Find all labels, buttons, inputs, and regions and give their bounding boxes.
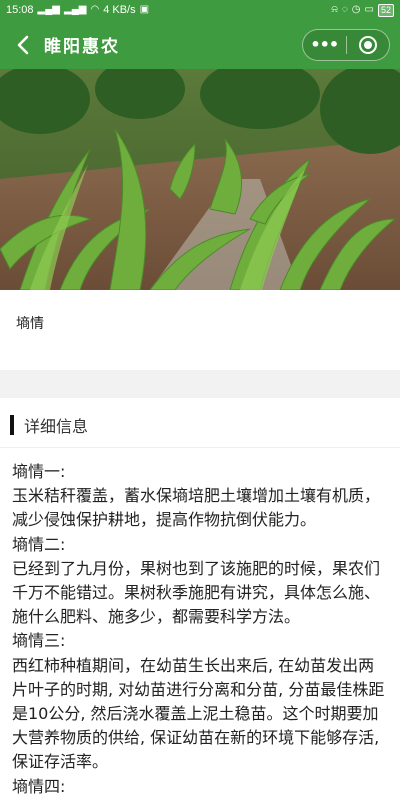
back-arrow-icon xyxy=(17,35,29,54)
more-button[interactable]: ••• xyxy=(303,30,346,60)
content-line: 玉米秸秆覆盖，蓄水保墒培肥土壤增加土壤有机质，减少侵蚀保护耕地，提高作物抗倒伏能… xyxy=(12,486,381,530)
status-time: 15:08 xyxy=(6,4,34,16)
status-bar-left: 15:08 ▂▄▆ ▂▄▆ ◠ 4 KB/s ▣ xyxy=(6,4,149,16)
hero-image xyxy=(0,69,400,290)
page-title: 睢阳惠农 xyxy=(44,37,120,57)
status-bar-right: ⍾ ◌ ◷ ▭ 52 xyxy=(331,3,394,17)
sim-icon: ▭ xyxy=(364,4,374,15)
signal-icon-2: ▂▄▆ xyxy=(64,4,87,15)
nav-bar: 睢阳惠农 ••• xyxy=(0,20,400,69)
close-target-icon xyxy=(358,35,377,54)
section-header: 详细信息 xyxy=(0,402,400,448)
image-notification-icon: ▣ xyxy=(139,4,150,15)
section-accent-bar xyxy=(10,414,14,435)
content-line: 墒情一: xyxy=(12,462,66,481)
section-label: 详细信息 xyxy=(24,416,89,436)
notification-icon: ⍾ xyxy=(331,4,338,15)
detail-content: 墒情一: 玉米秸秆覆盖，蓄水保墒培肥土壤增加土壤有机质，减少侵蚀保护耕地，提高作… xyxy=(0,448,400,799)
network-speed: 4 KB/s xyxy=(103,4,136,16)
content-line: 墒情三: xyxy=(12,631,66,651)
close-button[interactable] xyxy=(347,30,390,60)
content-line: 墒情四: xyxy=(12,776,66,796)
back-button[interactable] xyxy=(12,34,34,56)
alarm-icon: ◷ xyxy=(351,4,361,15)
content-line: 墒情二: xyxy=(12,534,66,554)
mute-icon: ◌ xyxy=(341,4,348,15)
more-dots-icon: ••• xyxy=(310,34,339,54)
section-divider xyxy=(0,370,400,398)
status-bar: 15:08 ▂▄▆ ▂▄▆ ◠ 4 KB/s ▣ ⍾ ◌ ◷ ▭ 52 xyxy=(0,0,400,20)
wifi-icon: ◠ xyxy=(90,4,100,15)
mini-program-capsule: ••• xyxy=(302,28,390,61)
signal-icon: ▂▄▆ xyxy=(37,4,60,15)
battery-icon: 52 xyxy=(377,3,394,17)
content-line: 已经到了九月份，果树也到了该施肥的时候，果农们千万不能错过。果树秋季施肥有讲究，… xyxy=(12,558,381,627)
content-line: 西红柿种植期间，在幼苗生长出来后, 在幼苗发出两片叶子的时期, 对幼苗进行分离和… xyxy=(12,655,385,772)
post-title: 墒情 xyxy=(16,316,44,332)
